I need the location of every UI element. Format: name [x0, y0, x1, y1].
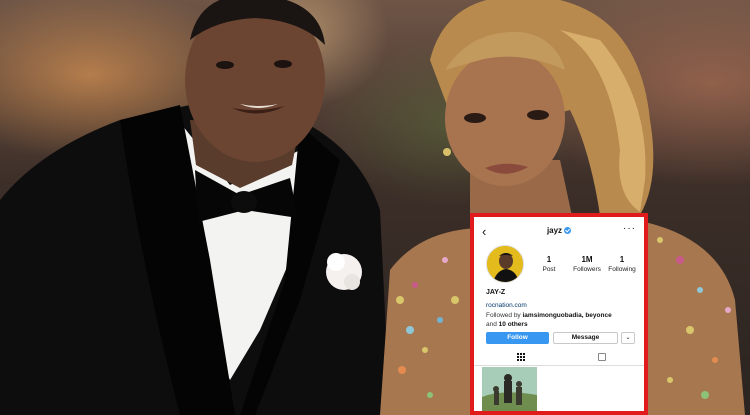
message-button[interactable]: Message [553, 332, 618, 344]
followed-by-names: iamsimonguobadia, beyonce [522, 312, 612, 319]
more-options-icon[interactable]: ··· [623, 223, 636, 234]
username-title: jayz [474, 226, 644, 235]
website-link[interactable]: rocnation.com [486, 302, 527, 309]
instagram-profile-card: ‹ jayz ··· 1 Post 1M Followers 1 Followi… [470, 213, 648, 415]
verified-badge-icon [564, 227, 572, 235]
grid-icon[interactable] [517, 353, 525, 361]
avatar[interactable] [486, 245, 524, 283]
man-bowtie-knot [231, 191, 257, 213]
chevron-down-icon[interactable]: ⌄ [621, 332, 635, 344]
post-thumbnail[interactable] [482, 367, 537, 411]
followers-label: Followers [573, 266, 601, 273]
followed-by-text[interactable]: Followed by iamsimonguobadia, beyonce an… [486, 311, 636, 329]
following-label: Following [608, 266, 636, 273]
follow-button[interactable]: Follow [486, 332, 549, 344]
followers-count: 1M [581, 255, 593, 264]
posts-count: 1 [546, 255, 552, 264]
tagged-icon[interactable] [598, 353, 606, 361]
woman-eye-right [527, 110, 549, 120]
posts-stat[interactable]: 1 Post [529, 255, 569, 273]
followed-by-others: 10 others [498, 321, 528, 328]
man-eye-left [216, 61, 234, 69]
profile-header: ‹ jayz ··· [474, 223, 644, 241]
avatar-image [487, 246, 523, 282]
followed-by-and: and [486, 321, 499, 328]
following-count: 1 [619, 255, 625, 264]
woman-shoulder-right [645, 222, 745, 415]
woman-eye-left [464, 113, 486, 123]
followers-stat[interactable]: 1M Followers [567, 255, 607, 273]
posts-label: Post [542, 266, 556, 273]
display-name: JAY-Z [486, 289, 506, 296]
woman-shoulder-left [380, 228, 480, 415]
woman-earring [443, 148, 451, 156]
following-stat[interactable]: 1 Following [602, 255, 642, 273]
username: jayz [546, 226, 563, 235]
man-eye-right [274, 60, 292, 68]
post-thumbnail-art [482, 367, 537, 411]
profile-tabs [474, 351, 644, 366]
followed-by-prefix: Followed by [486, 312, 523, 319]
